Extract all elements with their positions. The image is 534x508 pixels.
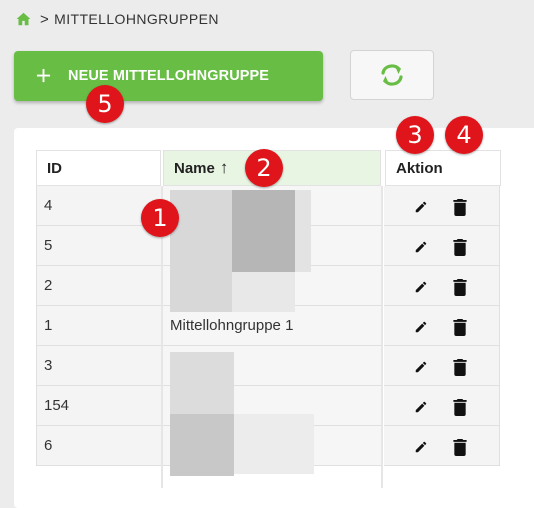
trash-icon[interactable]	[452, 198, 468, 216]
marker-2: 2	[245, 149, 283, 187]
cell-id: 3	[36, 346, 161, 386]
cell-actions	[384, 386, 500, 426]
breadcrumb-current: MITTELLOHNGRUPPEN	[54, 11, 219, 27]
cell-id: 154	[36, 386, 161, 426]
pencil-icon[interactable]	[413, 238, 429, 256]
cell-id: 5	[36, 226, 161, 266]
marker-1: 1	[141, 199, 179, 237]
marker-3: 3	[396, 116, 434, 154]
column-header-aktion: Aktion	[385, 150, 501, 186]
add-button-label: NEUE MITTELLOHNGRUPPE	[68, 68, 270, 84]
column-divider	[381, 186, 383, 488]
cell-id: 6	[36, 426, 161, 466]
trash-icon[interactable]	[452, 238, 468, 256]
cell-id: 2	[36, 266, 161, 306]
trash-icon[interactable]	[452, 318, 468, 336]
redacted-name-area	[232, 272, 295, 312]
trash-icon[interactable]	[452, 358, 468, 376]
redacted-name-area	[295, 190, 311, 272]
pencil-icon[interactable]	[413, 398, 429, 416]
trash-icon[interactable]	[452, 398, 468, 416]
table-row[interactable]: 1 Mittellohngruppe 1	[36, 306, 500, 346]
page: > MITTELLOHNGRUPPEN NEUE MITTELLOHNGRUPP…	[0, 0, 534, 508]
sort-ascending-icon[interactable]: ↑	[215, 158, 229, 178]
marker-5: 5	[86, 85, 124, 123]
cell-actions	[384, 306, 500, 346]
pencil-icon[interactable]	[413, 438, 429, 456]
marker-4: 4	[445, 116, 483, 154]
home-icon[interactable]	[16, 11, 32, 27]
cell-actions	[384, 346, 500, 386]
trash-icon[interactable]	[452, 438, 468, 456]
refresh-button[interactable]	[350, 50, 434, 100]
pencil-icon[interactable]	[413, 198, 429, 216]
breadcrumb: > MITTELLOHNGRUPPEN	[16, 9, 219, 29]
add-button[interactable]: NEUE MITTELLOHNGRUPPE	[14, 51, 323, 101]
cell-actions	[384, 266, 500, 306]
grid-card: ID Name ↑ Aktion 4 5 2 1 Mittellohngruppe 13…	[14, 128, 534, 508]
cell-actions	[384, 226, 500, 266]
column-header-id[interactable]: ID	[36, 150, 161, 186]
pencil-icon[interactable]	[413, 318, 429, 336]
cell-id: 1	[36, 306, 161, 346]
plus-icon	[36, 68, 52, 84]
refresh-icon	[378, 63, 406, 87]
trash-icon[interactable]	[452, 278, 468, 296]
cell-actions	[384, 186, 500, 226]
cell-actions	[384, 426, 500, 466]
redacted-name-area	[234, 414, 314, 474]
table-row[interactable]: 3	[36, 346, 500, 386]
cell-name: Mittellohngruppe 1	[163, 306, 381, 346]
redacted-name-area	[232, 190, 295, 272]
breadcrumb-separator: >	[40, 10, 50, 28]
redacted-name-area	[170, 190, 232, 312]
redacted-name-area	[170, 414, 234, 476]
pencil-icon[interactable]	[413, 358, 429, 376]
pencil-icon[interactable]	[413, 278, 429, 296]
